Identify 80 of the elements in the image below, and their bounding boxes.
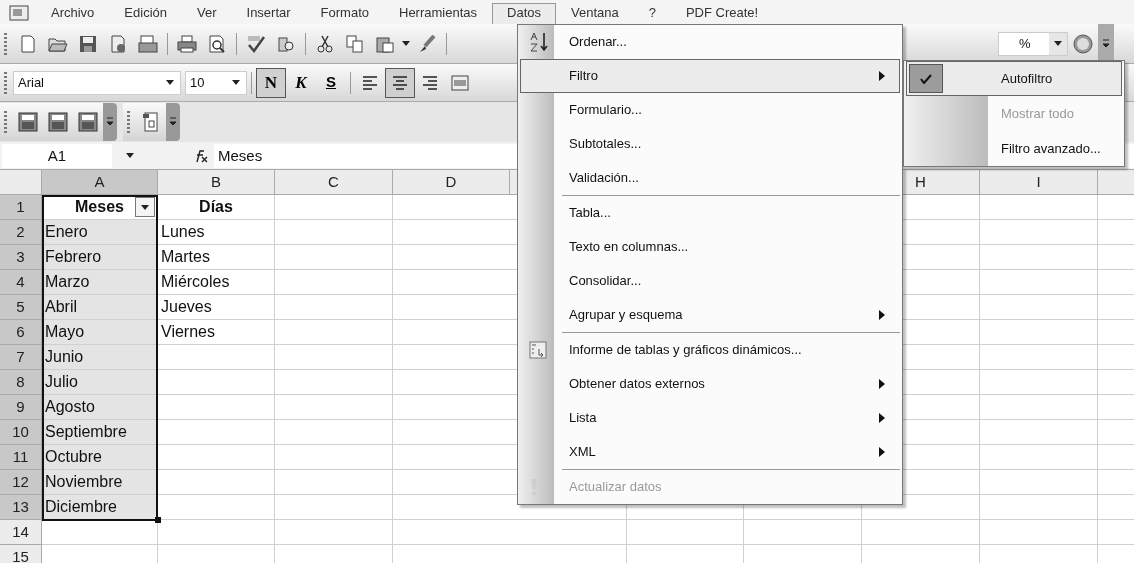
- table-cell-text: Jueves: [160, 297, 213, 317]
- table-cell-text: Miércoles: [160, 272, 231, 292]
- menu-item[interactable]: Obtener datos externos: [520, 367, 900, 401]
- menu-item[interactable]: Edición: [109, 3, 182, 24]
- menu-item[interactable]: Filtro avanzado...: [906, 131, 1122, 166]
- row-header[interactable]: 10: [0, 420, 42, 445]
- italic-button[interactable]: K: [286, 67, 316, 98]
- zoom-field[interactable]: %: [998, 31, 1068, 56]
- row-header[interactable]: 12: [0, 470, 42, 495]
- menu-item[interactable]: Insertar: [231, 3, 306, 24]
- menu-item[interactable]: Autofiltro: [906, 61, 1122, 96]
- table-cell: Julio: [42, 370, 157, 394]
- pivot-table-icon: [529, 341, 547, 359]
- row-header[interactable]: 11: [0, 445, 42, 470]
- menu-item[interactable]: Datos: [492, 3, 556, 24]
- menu-item[interactable]: Herramientas: [384, 3, 493, 24]
- grip-handle[interactable]: [4, 71, 7, 94]
- function-icon[interactable]: [194, 148, 208, 163]
- table-cell: Abril: [42, 295, 157, 319]
- toolbar-options-icon[interactable]: [103, 103, 117, 141]
- dropdown-arrow-icon[interactable]: [126, 153, 134, 158]
- menu-item[interactable]: Formato: [305, 3, 384, 24]
- row-header[interactable]: 7: [0, 345, 42, 370]
- menu-item[interactable]: Formulario...: [520, 93, 900, 127]
- table-cell: Agosto: [42, 395, 157, 419]
- name-box[interactable]: A1: [2, 143, 112, 168]
- menu-item[interactable]: Tabla...: [520, 196, 900, 230]
- sort-icon: [529, 31, 549, 53]
- grip-handle[interactable]: [4, 32, 7, 55]
- table-cell: Diciembre: [42, 495, 157, 519]
- menu-item[interactable]: XML: [520, 435, 900, 469]
- row-header[interactable]: 14: [0, 520, 42, 545]
- table-cell: Mayo: [42, 320, 157, 344]
- row-header[interactable]: 1: [0, 195, 42, 220]
- bold-button[interactable]: N: [256, 67, 286, 98]
- menu-item[interactable]: Archivo: [36, 3, 110, 24]
- table-cell: Junio: [42, 345, 157, 369]
- table-cell: Octubre: [42, 445, 157, 469]
- table-cell-text: Lunes: [160, 222, 206, 242]
- font-field[interactable]: Arial: [13, 70, 181, 95]
- row-header[interactable]: 4: [0, 270, 42, 295]
- row-header[interactable]: 13: [0, 495, 42, 520]
- menu-item[interactable]: Informe de tablas y gráficos dinámicos...: [520, 333, 900, 367]
- row-header[interactable]: 8: [0, 370, 42, 395]
- toolbar-options-icon[interactable]: [166, 103, 180, 141]
- menu-item[interactable]: Subtotales...: [520, 127, 900, 161]
- table-cell: Noviembre: [42, 470, 157, 494]
- row-header[interactable]: 2: [0, 220, 42, 245]
- row-header[interactable]: 6: [0, 320, 42, 345]
- grip-handle[interactable]: [4, 111, 7, 133]
- menu-item[interactable]: Ventana: [556, 3, 634, 24]
- row-header[interactable]: 9: [0, 395, 42, 420]
- table-cell: Enero: [42, 220, 157, 244]
- autofilter-button[interactable]: [135, 197, 155, 217]
- fill-handle[interactable]: [155, 517, 161, 523]
- column-header[interactable]: A: [42, 170, 158, 195]
- menu-item[interactable]: ?: [633, 3, 671, 24]
- table-cell-text: Meses: [74, 197, 125, 217]
- menu-item[interactable]: Agrupar y esquema: [520, 298, 900, 332]
- align-center-icon[interactable]: [385, 67, 415, 98]
- table-cell: Septiembre: [42, 420, 157, 444]
- menu-item[interactable]: Ver: [182, 3, 232, 24]
- font-size-field[interactable]: 10: [185, 70, 247, 95]
- table-cell-text: Días: [198, 197, 234, 217]
- caret-icon: [141, 204, 149, 210]
- menu-item[interactable]: Consolidar...: [520, 264, 900, 298]
- table-cell: Febrero: [42, 245, 157, 269]
- row-header[interactable]: 5: [0, 295, 42, 320]
- table-cell: Marzo: [42, 270, 157, 294]
- underline-button[interactable]: S: [316, 67, 346, 98]
- menu-item[interactable]: Ordenar...: [520, 25, 900, 59]
- row-header[interactable]: 15: [0, 545, 42, 563]
- menu-item[interactable]: Texto en columnas...: [520, 230, 900, 264]
- table-cell-text: Martes: [160, 247, 211, 267]
- row-header[interactable]: 3: [0, 245, 42, 270]
- menu-item[interactable]: Filtro: [520, 59, 900, 93]
- grip-handle[interactable]: [127, 111, 130, 133]
- menu-item[interactable]: Lista: [520, 401, 900, 435]
- menu-item[interactable]: PDF Create!: [670, 3, 774, 24]
- table-cell-text: Viernes: [160, 322, 216, 342]
